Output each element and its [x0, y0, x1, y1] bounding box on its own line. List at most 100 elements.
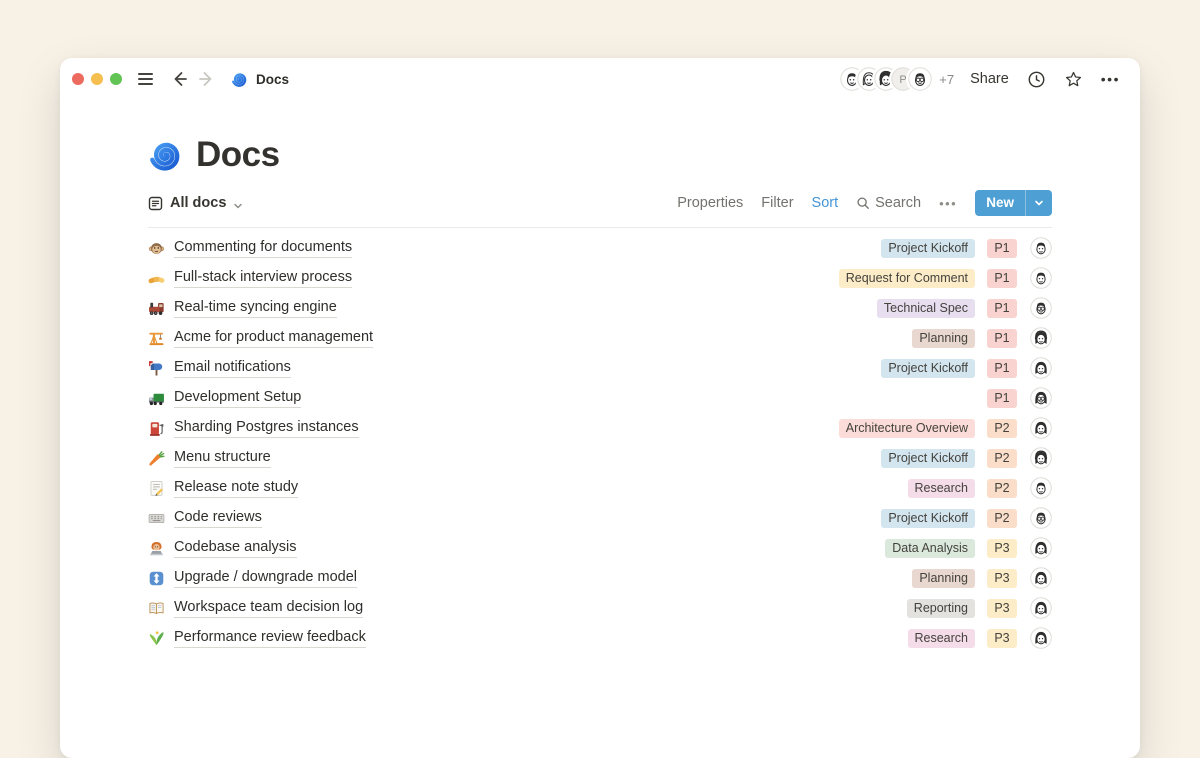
- doc-title-link[interactable]: Development Setup: [174, 388, 301, 408]
- chevron-down-icon: [1034, 198, 1044, 208]
- doc-title-link[interactable]: Email notifications: [174, 358, 291, 378]
- favorite-star-icon[interactable]: [1064, 70, 1083, 89]
- owner-avatar[interactable]: [1030, 327, 1052, 349]
- new-button-label[interactable]: New: [975, 190, 1025, 216]
- owner-avatar[interactable]: [1030, 267, 1052, 289]
- doc-title-link[interactable]: Commenting for documents: [174, 238, 352, 258]
- owner-avatar[interactable]: [1030, 447, 1052, 469]
- view-switcher[interactable]: All docs: [148, 195, 243, 211]
- doc-title-link[interactable]: Upgrade / downgrade model: [174, 568, 357, 588]
- doc-title-link[interactable]: Workspace team decision log: [174, 598, 363, 618]
- properties-button[interactable]: Properties: [677, 195, 743, 211]
- doc-row[interactable]: Development SetupP1: [148, 383, 1052, 413]
- doc-type-tag: Project Kickoff: [881, 359, 975, 378]
- doc-title-link[interactable]: Acme for product management: [174, 328, 373, 348]
- woman-technologist-icon: [148, 540, 165, 557]
- forward-arrow-icon[interactable]: [197, 69, 217, 89]
- doc-row[interactable]: Performance review feedback Research P3: [148, 623, 1052, 653]
- doc-type-tag: Architecture Overview: [839, 419, 975, 438]
- memo-pencil-icon: [148, 480, 165, 497]
- priority-tag: P3: [987, 599, 1017, 618]
- collaborator-overflow-count[interactable]: +7: [939, 72, 954, 87]
- window-controls: [72, 73, 122, 85]
- owner-avatar[interactable]: [1030, 537, 1052, 559]
- history-clock-icon[interactable]: [1027, 70, 1046, 89]
- owner-avatar[interactable]: [1030, 597, 1052, 619]
- doc-title-link[interactable]: Release note study: [174, 478, 298, 498]
- doc-title-link[interactable]: Real-time syncing engine: [174, 298, 337, 318]
- doc-row[interactable]: Full-stack interview processRequest for …: [148, 263, 1052, 293]
- doc-row[interactable]: Email notificationsProject KickoffP1: [148, 353, 1052, 383]
- new-button-dropdown[interactable]: [1025, 190, 1052, 216]
- priority-tag: P3: [987, 629, 1017, 648]
- search-label: Search: [875, 195, 921, 211]
- share-button[interactable]: Share: [970, 71, 1009, 87]
- doc-list: Commenting for documents Project Kickoff P…: [148, 233, 1052, 653]
- page-title: Docs: [196, 135, 280, 175]
- owner-avatar[interactable]: [1030, 477, 1052, 499]
- doc-title-link[interactable]: Full-stack interview process: [174, 268, 352, 288]
- locomotive-icon: [148, 300, 165, 317]
- doc-row[interactable]: Codebase analysisData AnalysisP3: [148, 533, 1052, 563]
- monkey-face-icon: [148, 240, 165, 257]
- titlebar: Docs P +7 Share •••: [60, 58, 1140, 100]
- doc-title-link[interactable]: Code reviews: [174, 508, 262, 528]
- owner-avatar[interactable]: [1030, 507, 1052, 529]
- owner-avatar[interactable]: [1030, 357, 1052, 379]
- priority-tag: P2: [987, 509, 1017, 528]
- priority-tag: P1: [987, 269, 1017, 288]
- search-icon: [856, 196, 870, 210]
- back-arrow-icon[interactable]: [169, 69, 189, 89]
- zoom-window-button[interactable]: [110, 73, 122, 85]
- owner-avatar[interactable]: [1030, 237, 1052, 259]
- doc-row[interactable]: Code reviewsProject KickoffP2: [148, 503, 1052, 533]
- doc-type-tag: Planning: [912, 569, 975, 588]
- doc-row[interactable]: Release note studyResearchP2: [148, 473, 1052, 503]
- priority-tag: P1: [987, 299, 1017, 318]
- doc-type-tag: Planning: [912, 329, 975, 348]
- sort-button[interactable]: Sort: [812, 195, 839, 211]
- green-lorry-icon: [148, 390, 165, 407]
- app-window: Docs P +7 Share ••• Docs All docs: [60, 58, 1140, 758]
- close-window-button[interactable]: [72, 73, 84, 85]
- sidebar-toggle-icon[interactable]: [138, 73, 153, 84]
- new-button[interactable]: New: [975, 190, 1052, 216]
- doc-type-tag: Technical Spec: [877, 299, 975, 318]
- doc-type-tag: Research: [908, 479, 976, 498]
- doc-row[interactable]: Real-time syncing engine Technical Spec P1: [148, 293, 1052, 323]
- filter-button[interactable]: Filter: [761, 195, 793, 211]
- priority-tag: P2: [987, 419, 1017, 438]
- doc-row[interactable]: Workspace team decision logReportingP3: [148, 593, 1052, 623]
- owner-avatar[interactable]: [1030, 567, 1052, 589]
- owner-avatar[interactable]: [1030, 417, 1052, 439]
- page-header: Docs: [148, 134, 1052, 176]
- app-logo-spiral-icon: [231, 71, 248, 88]
- search-button[interactable]: Search: [856, 195, 921, 211]
- doc-type-tag: Research: [908, 629, 976, 648]
- handshake-icon: [148, 270, 165, 287]
- doc-row[interactable]: Commenting for documentsProject KickoffP…: [148, 233, 1052, 263]
- collaborator-avatar-stack[interactable]: P: [840, 67, 932, 91]
- priority-tag: P3: [987, 539, 1017, 558]
- toolbar-more-options-button[interactable]: •••: [939, 196, 957, 211]
- collaborator-avatar[interactable]: [908, 67, 932, 91]
- doc-title-link[interactable]: Codebase analysis: [174, 538, 297, 558]
- owner-avatar[interactable]: [1030, 387, 1052, 409]
- building-crane-icon: [148, 330, 165, 347]
- doc-row[interactable]: Menu structureProject KickoffP2: [148, 443, 1052, 473]
- svg-text:P: P: [900, 74, 907, 86]
- doc-title-link[interactable]: Sharding Postgres instances: [174, 418, 359, 438]
- doc-title-link[interactable]: Menu structure: [174, 448, 271, 468]
- toolbar-actions: Properties Filter Sort Search ••• New: [677, 190, 1052, 216]
- keyboard-icon: [148, 510, 165, 527]
- doc-row[interactable]: Acme for product managementPlanningP1: [148, 323, 1052, 353]
- owner-avatar[interactable]: [1030, 297, 1052, 319]
- database-toolbar: All docs Properties Filter Sort Search •…: [148, 190, 1052, 228]
- window-more-options-button[interactable]: •••: [1101, 71, 1120, 87]
- minimize-window-button[interactable]: [91, 73, 103, 85]
- doc-title-link[interactable]: Performance review feedback: [174, 628, 366, 648]
- priority-tag: P2: [987, 449, 1017, 468]
- doc-row[interactable]: Sharding Postgres instances Architecture …: [148, 413, 1052, 443]
- doc-row[interactable]: Upgrade / downgrade modelPlanningP3: [148, 563, 1052, 593]
- owner-avatar[interactable]: [1030, 627, 1052, 649]
